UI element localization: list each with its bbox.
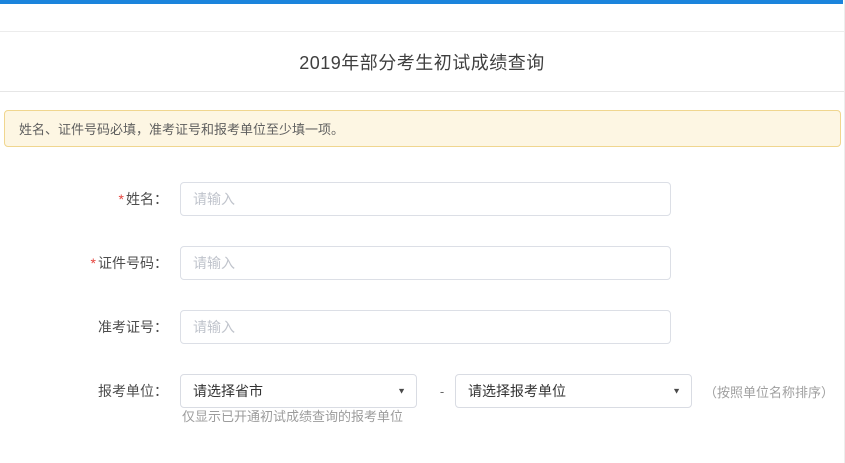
chevron-down-icon: ▼ <box>672 387 681 396</box>
unit-availability-note: 仅显示已开通初试成绩查询的报考单位 <box>182 406 844 425</box>
id-number-label-text: 证件号码： <box>98 255 168 271</box>
name-input[interactable] <box>180 182 671 216</box>
admission-ticket-input[interactable] <box>180 310 671 344</box>
name-field-row: *姓名： <box>0 182 844 216</box>
score-query-page: 2019年部分考生初试成绩查询 姓名、证件号码必填，准考证号和报考单位至少填一项… <box>0 0 845 463</box>
admission-ticket-field-row: 准考证号： <box>0 310 844 344</box>
admission-ticket-label: 准考证号： <box>0 317 168 337</box>
id-number-label: *证件号码： <box>0 253 168 273</box>
id-number-field-row: *证件号码： <box>0 246 844 280</box>
score-query-form: *姓名： *证件号码： 准考证号： 报考单位： 请选择省市 ▼ - 请选择报考单… <box>0 182 844 425</box>
notice-banner: 姓名、证件号码必填，准考证号和报考单位至少填一项。 <box>4 110 841 147</box>
unit-label-text: 报考单位： <box>98 383 168 399</box>
name-label-text: 姓名： <box>126 191 168 207</box>
admission-ticket-label-text: 准考证号： <box>98 319 168 335</box>
chevron-down-icon: ▼ <box>397 387 406 396</box>
select-separator: - <box>429 384 455 399</box>
id-number-input[interactable] <box>180 246 671 280</box>
notice-text: 姓名、证件号码必填，准考证号和报考单位至少填一项。 <box>19 119 344 138</box>
province-select[interactable]: 请选择省市 ▼ <box>180 374 417 408</box>
unit-select[interactable]: 请选择报考单位 ▼ <box>455 374 692 408</box>
sort-order-hint: （按照单位名称排序） <box>704 382 834 401</box>
unit-label: 报考单位： <box>0 381 168 401</box>
page-title: 2019年部分考生初试成绩查询 <box>299 49 545 75</box>
header-strip <box>0 4 844 32</box>
title-section: 2019年部分考生初试成绩查询 <box>0 32 844 92</box>
province-select-value: 请选择省市 <box>193 381 263 401</box>
unit-select-value: 请选择报考单位 <box>468 381 566 401</box>
required-asterisk: * <box>91 255 96 271</box>
unit-field-row: 报考单位： 请选择省市 ▼ - 请选择报考单位 ▼ （按照单位名称排序） <box>0 374 844 408</box>
name-label: *姓名： <box>0 189 168 209</box>
required-asterisk: * <box>119 191 124 207</box>
